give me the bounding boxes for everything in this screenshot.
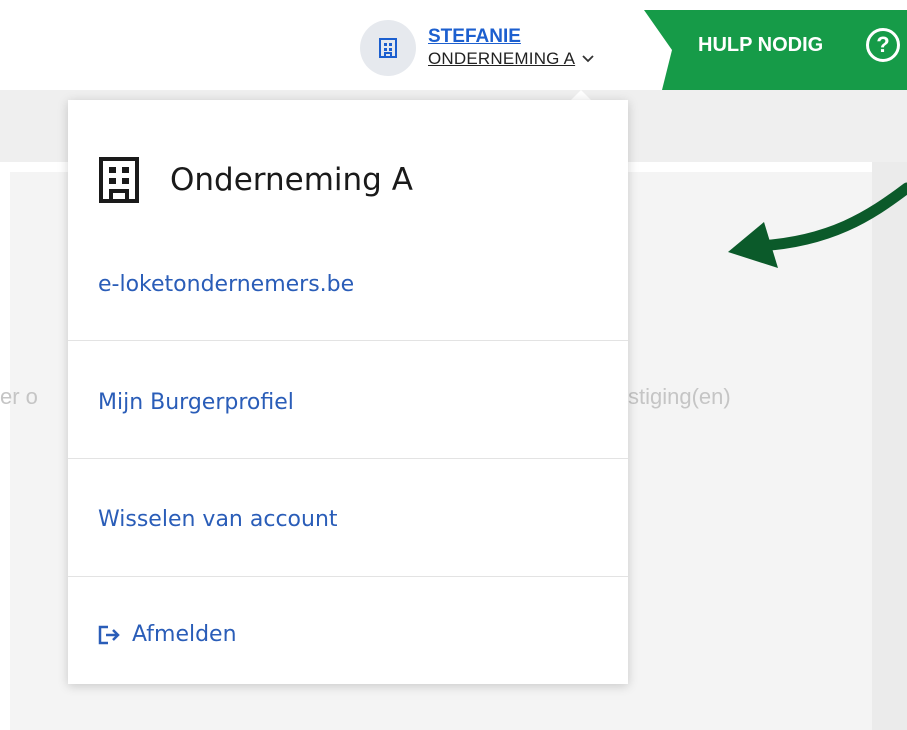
background-text-right: stiging(en) [628,384,731,409]
building-icon [99,157,139,203]
menu-header: Onderneming A [98,150,413,210]
menu-org-title: Onderneming A [170,162,413,198]
account-dropdown-menu: Onderneming A e-loketondernemers.be Mijn… [68,100,628,684]
logout-label[interactable]: Afmelden [132,622,237,647]
account-switcher[interactable]: STEFANIE ONDERNEMING A [360,20,595,76]
building-icon [379,38,397,58]
question-icon[interactable]: ? [866,28,900,62]
divider [68,340,628,341]
background-text-left: er o [0,384,38,409]
divider [68,576,628,577]
annotation-arrow [728,182,907,268]
divider [68,458,628,459]
help-button-label[interactable]: HULP NODIG [698,34,823,57]
logout-icon [98,625,120,644]
chevron-down-icon[interactable] [581,54,595,64]
logout-button[interactable]: Afmelden [98,622,237,647]
avatar [360,20,416,76]
menu-item-e-loket[interactable]: e-loketondernemers.be [98,272,354,297]
organization-name[interactable]: ONDERNEMING A [428,48,575,70]
menu-item-burgerprofiel[interactable]: Mijn Burgerprofiel [98,390,294,415]
menu-item-switch-account[interactable]: Wisselen van account [98,507,338,532]
user-name-link[interactable]: STEFANIE [428,26,595,48]
